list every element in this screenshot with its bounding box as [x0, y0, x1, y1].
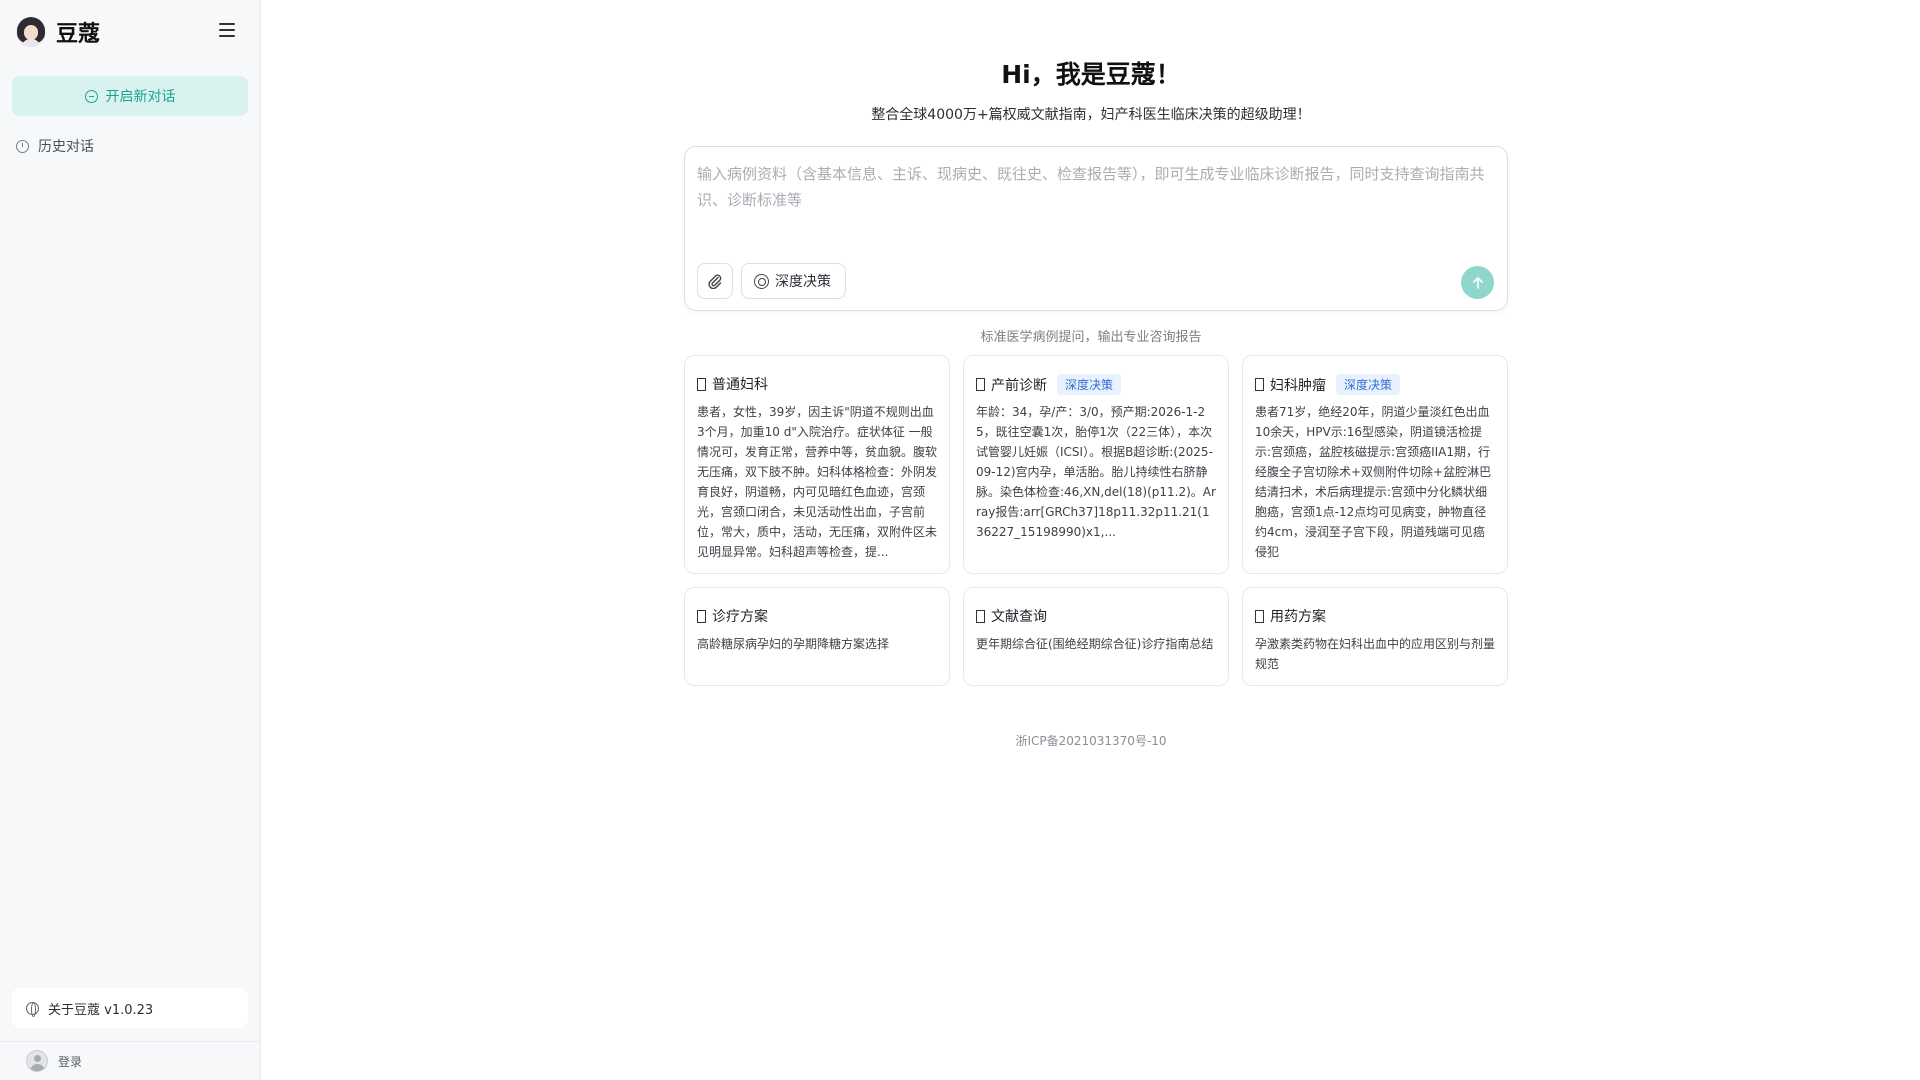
menu-toggle-icon[interactable] [219, 23, 235, 37]
card-header: 诊疗方案 [697, 606, 768, 626]
history-label: 历史对话 [38, 139, 94, 155]
card-header: 妇科肿瘤 深度决策 [1255, 374, 1401, 395]
card-text: 年龄：34，孕/产：3/0，预产期:2026-1-25，既往空囊1次，胎停1次（… [976, 405, 1216, 539]
deep-decision-badge: 深度决策 [1336, 374, 1401, 395]
card-text: 患者，女性，39岁，因主诉"阴道不规则出血3个月，加重10 d"入院治疗。症状体… [697, 405, 937, 559]
missing-glyph-icon [976, 378, 985, 391]
card-text: 孕激素类药物在妇科出血中的应用区别与剂量规范 [1255, 637, 1495, 671]
example-card-medication-plan[interactable]: 用药方案 孕激素类药物在妇科出血中的应用区别与剂量规范 [1242, 587, 1508, 686]
card-title: 用药方案 [1270, 609, 1326, 625]
example-card-literature-search[interactable]: 文献查询 更年期综合征(围绝经期综合征)诊疗指南总结 [963, 587, 1229, 686]
deep-decision-label: 深度决策 [775, 274, 831, 290]
card-title: 产前诊断 [991, 377, 1047, 394]
login-button[interactable]: 登录 [0, 1041, 261, 1080]
example-card-prenatal-diagnosis[interactable]: 产前诊断 深度决策 年龄：34，孕/产：3/0，预产期:2026-1-25，既往… [963, 355, 1229, 574]
card-title: 诊疗方案 [712, 609, 768, 625]
globe-icon [26, 1001, 39, 1017]
chat-input-box: 深度决策 [684, 146, 1508, 311]
missing-glyph-icon [1255, 378, 1264, 391]
missing-glyph-icon [976, 609, 985, 623]
card-header: 产前诊断 深度决策 [976, 374, 1122, 395]
icp-footer[interactable]: 浙ICP备2021031370号-10 [262, 732, 1920, 749]
card-title: 普通妇科 [712, 377, 768, 393]
deep-decision-button[interactable]: 深度决策 [741, 263, 846, 299]
missing-glyph-icon [697, 377, 706, 391]
card-title: 妇科肿瘤 [1270, 377, 1326, 394]
about-label: 关于豆蔻 v1.0.23 [48, 1002, 154, 1018]
card-title: 文献查询 [991, 609, 1047, 625]
logo-avatar-icon [16, 17, 46, 47]
deep-decision-badge: 深度决策 [1057, 374, 1122, 395]
about-button[interactable]: 关于豆蔻 v1.0.23 [12, 988, 248, 1028]
brand-name: 豆蔻 [56, 22, 101, 47]
example-card-gynecologic-oncology[interactable]: 妇科肿瘤 深度决策 患者71岁，绝经20年，阴道少量淡红色出血10余天，HPV示… [1242, 355, 1508, 574]
card-header: 普通妇科 [697, 374, 768, 394]
arrow-up-icon [1472, 276, 1483, 289]
example-card-general-gynecology[interactable]: 普通妇科 患者，女性，39岁，因主诉"阴道不规则出血3个月，加重10 d"入院治… [684, 355, 950, 574]
attach-button[interactable] [697, 263, 733, 299]
new-chat-icon [84, 89, 98, 103]
example-card-treatment-plan[interactable]: 诊疗方案 高龄糖尿病孕妇的孕期降糖方案选择 [684, 587, 950, 686]
card-header: 用药方案 [1255, 606, 1326, 626]
login-label: 登录 [58, 1054, 83, 1069]
user-avatar-icon [26, 1050, 48, 1072]
new-chat-label: 开启新对话 [105, 89, 176, 105]
paperclip-icon [708, 274, 722, 289]
send-button[interactable] [1461, 266, 1494, 299]
missing-glyph-icon [697, 609, 706, 623]
brand[interactable]: 豆蔻 [16, 14, 100, 50]
missing-glyph-icon [1255, 609, 1264, 623]
card-header: 文献查询 [976, 606, 1047, 626]
card-text: 更年期综合征(围绝经期综合征)诊疗指南总结 [976, 637, 1214, 651]
history-link[interactable]: 历史对话 [16, 136, 94, 156]
new-chat-button[interactable]: 开启新对话 [12, 76, 248, 116]
card-text: 高龄糖尿病孕妇的孕期降糖方案选择 [697, 637, 890, 651]
atom-icon [754, 273, 769, 289]
hint-text: 标准医学病例提问，输出专业咨询报告 [980, 330, 1202, 345]
card-text: 患者71岁，绝经20年，阴道少量淡红色出血10余天，HPV示:16型感染，阴道镜… [1255, 405, 1492, 559]
clock-icon [16, 139, 29, 153]
sidebar: 豆蔻 开启新对话 历史对话 关于豆蔻 v1.0.23 登录 [0, 0, 261, 1080]
page-subtitle: 整合全球4000万+篇权威文献指南，妇产科医生临床决策的超级助理！ [871, 107, 1311, 123]
page-title: Hi，我是豆蔻！ [1001, 60, 1181, 89]
case-input[interactable] [697, 161, 1497, 221]
